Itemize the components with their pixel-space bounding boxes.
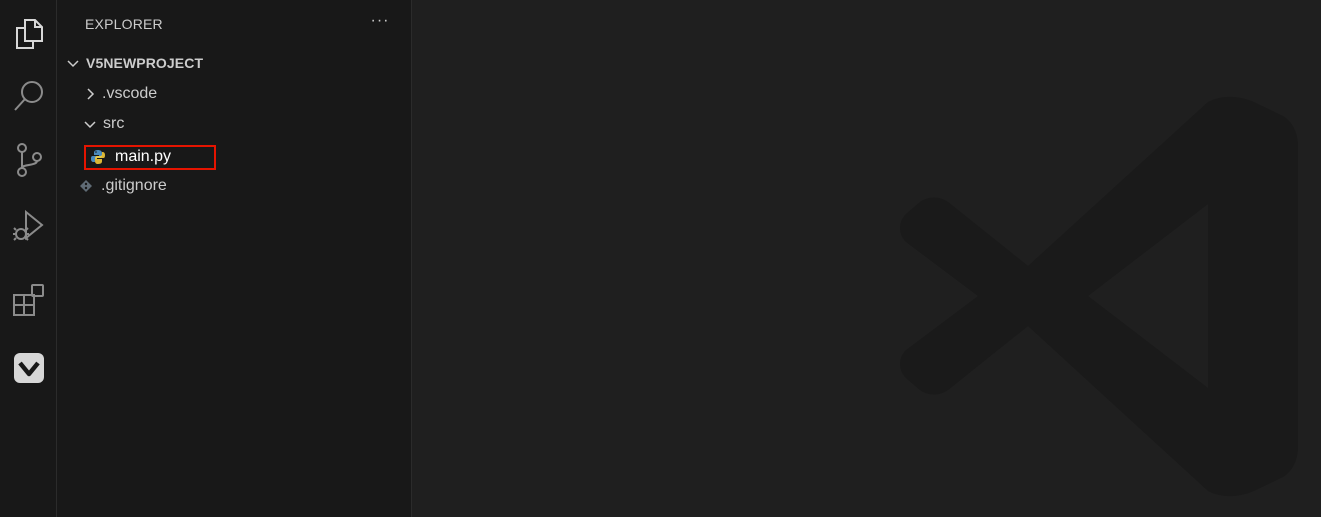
tree-item-label: src [103, 115, 125, 132]
explorer-sidebar: EXPLORER ··· V5NEWPROJECT .vscode src ma… [57, 0, 412, 517]
tree-item-gitignore[interactable]: .gitignore [57, 172, 412, 200]
root-folder-label: V5NEWPROJECT [86, 55, 204, 71]
activity-search[interactable] [0, 70, 57, 122]
tree-item-label: main.py [115, 148, 172, 165]
tree-item-label: .gitignore [101, 177, 167, 194]
tree-item-label: .vscode [102, 85, 158, 102]
activity-source-control[interactable] [0, 134, 57, 186]
tree-root-folder[interactable]: V5NEWPROJECT [57, 49, 412, 77]
more-actions-button[interactable]: ··· [370, 10, 390, 32]
tree-item-vscode[interactable]: .vscode [57, 80, 412, 108]
activity-extensions[interactable] [0, 274, 57, 326]
explorer-icon [15, 19, 43, 49]
activity-vex[interactable] [0, 342, 57, 394]
vex-extension-icon [13, 353, 44, 383]
chevron-down-icon [67, 60, 79, 68]
extensions-icon [12, 284, 44, 316]
search-icon [13, 81, 43, 111]
chevron-right-icon [87, 88, 95, 100]
activity-run-debug[interactable] [0, 200, 57, 252]
sidebar-title: EXPLORER [85, 16, 163, 32]
editor-area [413, 0, 1321, 517]
source-control-icon [16, 143, 42, 177]
tree-item-src[interactable]: src [57, 110, 412, 138]
chevron-down-icon [84, 121, 96, 129]
run-debug-icon [12, 209, 44, 241]
tree-item-main-py[interactable]: main.py [57, 143, 412, 171]
vscode-logo-icon [900, 96, 1298, 497]
activity-explorer[interactable] [0, 8, 57, 60]
activity-bar [0, 0, 57, 517]
git-icon [80, 180, 92, 192]
python-icon [91, 150, 105, 164]
